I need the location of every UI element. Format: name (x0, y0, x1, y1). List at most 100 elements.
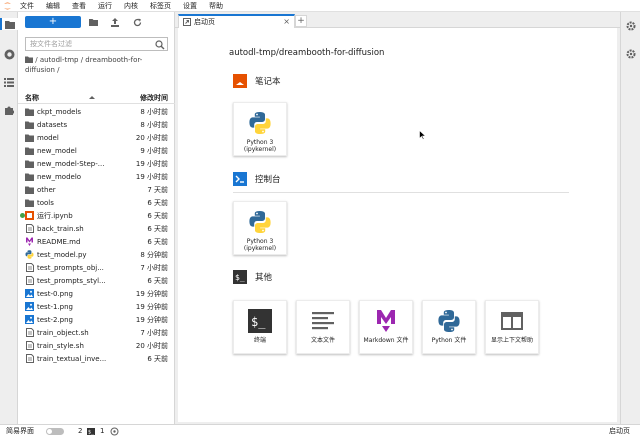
file-icon (25, 276, 34, 285)
refresh-icon[interactable] (132, 17, 142, 27)
file-row[interactable]: new_model-Step-... 19 小时前 (18, 157, 175, 170)
file-row[interactable]: test-1.png 19 分钟前 (18, 300, 175, 313)
file-modified: 9 小时前 (140, 146, 168, 155)
file-row[interactable]: test_prompts_styl... 6 天前 (18, 274, 175, 287)
upload-icon[interactable] (110, 17, 120, 27)
folder-icon (25, 107, 34, 116)
menu-view[interactable]: 查看 (66, 1, 92, 11)
file-row[interactable]: test_prompts_obj... 7 小时前 (18, 261, 175, 274)
running-kernels-icon[interactable] (3, 48, 15, 60)
menu-kernel[interactable]: 内核 (118, 1, 144, 11)
file-name: train_textual_inve... (37, 354, 107, 363)
file-modified: 6 天前 (147, 354, 168, 363)
terminal-count[interactable]: 1 (100, 427, 104, 435)
python-file-card[interactable]: Python 文件 (422, 300, 476, 354)
file-name: train_style.sh (37, 341, 84, 350)
context-help-card[interactable]: 显示上下文帮助 (485, 300, 539, 354)
launcher-tab-icon (183, 18, 191, 26)
file-row[interactable]: train_style.sh 20 小时前 (18, 339, 175, 352)
file-name: back_train.sh (37, 224, 84, 233)
file-row[interactable]: README.md 6 天前 (18, 235, 175, 248)
launcher-path: autodl-tmp/dreambooth-for-diffusion (229, 48, 385, 58)
file-row[interactable]: tools 6 天前 (18, 196, 175, 209)
console-python3-card[interactable]: Python 3 (ipykernel) (233, 201, 287, 255)
menu-edit[interactable]: 编辑 (40, 1, 66, 11)
terminal-card[interactable]: $_ 终端 (233, 300, 287, 354)
kernel-count[interactable]: 2 (78, 427, 82, 435)
status-bar: 简易界面 2 $_ 1 启动页 (0, 424, 640, 437)
tab-launcher[interactable]: 启动页 × (178, 14, 295, 28)
file-row[interactable]: other 7 天前 (18, 183, 175, 196)
other-section-terminal-icon: $_ (233, 270, 247, 284)
kernel-status-circle-icon (110, 427, 119, 436)
file-filter-box[interactable] (25, 37, 168, 51)
tab-close-icon[interactable]: × (283, 17, 290, 26)
file-modified: 6 天前 (147, 198, 168, 207)
notebook-python3-card[interactable]: Python 3 (ipykernel) (233, 102, 287, 156)
file-row[interactable]: train_textual_inve... 6 天前 (18, 352, 175, 365)
simple-mode-toggle[interactable] (46, 428, 64, 435)
file-row[interactable]: new_model 9 小时前 (18, 144, 175, 157)
new-tab-plus-icon[interactable]: + (295, 15, 307, 27)
simple-mode-label: 简易界面 (6, 427, 34, 435)
file-modified: 20 小时前 (135, 133, 168, 142)
jupyter-logo-icon (0, 0, 14, 12)
search-icon (155, 40, 165, 50)
file-row[interactable]: back_train.sh 6 天前 (18, 222, 175, 235)
file-modified: 19 小时前 (135, 172, 168, 181)
extension-puzzle-icon[interactable] (3, 104, 15, 116)
property-inspector-gear-icon[interactable] (625, 20, 637, 32)
menu-help[interactable]: 帮助 (203, 1, 229, 11)
file-name: test_model.py (37, 250, 87, 259)
new-folder-icon[interactable] (88, 17, 98, 27)
file-row[interactable]: test-0.png 19 分钟前 (18, 287, 175, 300)
card-label-line1: Python 3 (246, 238, 274, 245)
file-name: model (37, 133, 59, 142)
file-modified: 20 小时前 (135, 341, 168, 350)
menu-tabs[interactable]: 标签页 (144, 1, 177, 11)
text-file-card[interactable]: 文本文件 (296, 300, 350, 354)
file-row[interactable]: model 20 小时前 (18, 131, 175, 144)
new-launcher-button[interactable]: + (25, 16, 81, 28)
sort-caret-up-icon[interactable] (88, 92, 96, 104)
file-name: train_object.sh (37, 328, 89, 337)
text-file-lines-icon (310, 308, 336, 334)
left-sidebar-strip (0, 12, 18, 424)
menu-run[interactable]: 运行 (92, 1, 118, 11)
file-row[interactable]: datasets 8 小时前 (18, 118, 175, 131)
menu-file[interactable]: 文件 (14, 1, 40, 11)
file-name: ckpt_models (37, 107, 82, 116)
breadcrumb-path[interactable]: / autodl-tmp / dreambooth-for-diffusion … (25, 56, 142, 74)
image-icon (25, 302, 34, 311)
image-icon (25, 289, 34, 298)
breadcrumb[interactable]: / autodl-tmp / dreambooth-for-diffusion … (25, 55, 170, 75)
menu-settings[interactable]: 设置 (177, 1, 203, 11)
notebook-icon (25, 211, 34, 220)
folder-icon[interactable] (0, 18, 18, 30)
markdown-file-card[interactable]: Markdown 文件 (359, 300, 413, 354)
context-help-window-icon (499, 308, 525, 334)
file-row[interactable]: ckpt_models 8 小时前 (18, 105, 175, 118)
card-label: Python 文件 (431, 337, 467, 344)
debugger-gear-icon[interactable] (625, 48, 637, 60)
file-row[interactable]: test_model.py 8 分钟前 (18, 248, 175, 261)
file-row[interactable]: train_object.sh 7 小时前 (18, 326, 175, 339)
console-section-icon (233, 172, 247, 186)
file-row[interactable]: new_modelo 19 小时前 (18, 170, 175, 183)
file-modified: 8 小时前 (140, 107, 168, 116)
file-modified: 7 小时前 (140, 328, 168, 337)
column-modified-header[interactable]: 修改时间 (140, 93, 168, 103)
command-palette-icon[interactable] (3, 76, 15, 88)
folder-icon (25, 133, 34, 142)
section-divider (233, 192, 569, 193)
file-row[interactable]: 运行.ipynb 6 天前 (18, 209, 175, 222)
file-filter-input[interactable] (26, 40, 151, 48)
column-name-header[interactable]: 名称 (25, 93, 39, 103)
card-label: 文本文件 (310, 337, 335, 344)
file-modified: 8 分钟前 (140, 250, 168, 259)
card-label: 显示上下文帮助 (490, 337, 533, 344)
file-icon (25, 224, 34, 233)
file-modified: 19 分钟前 (135, 302, 168, 311)
file-row[interactable]: test-2.png 19 分钟前 (18, 313, 175, 326)
file-icon (25, 354, 34, 363)
